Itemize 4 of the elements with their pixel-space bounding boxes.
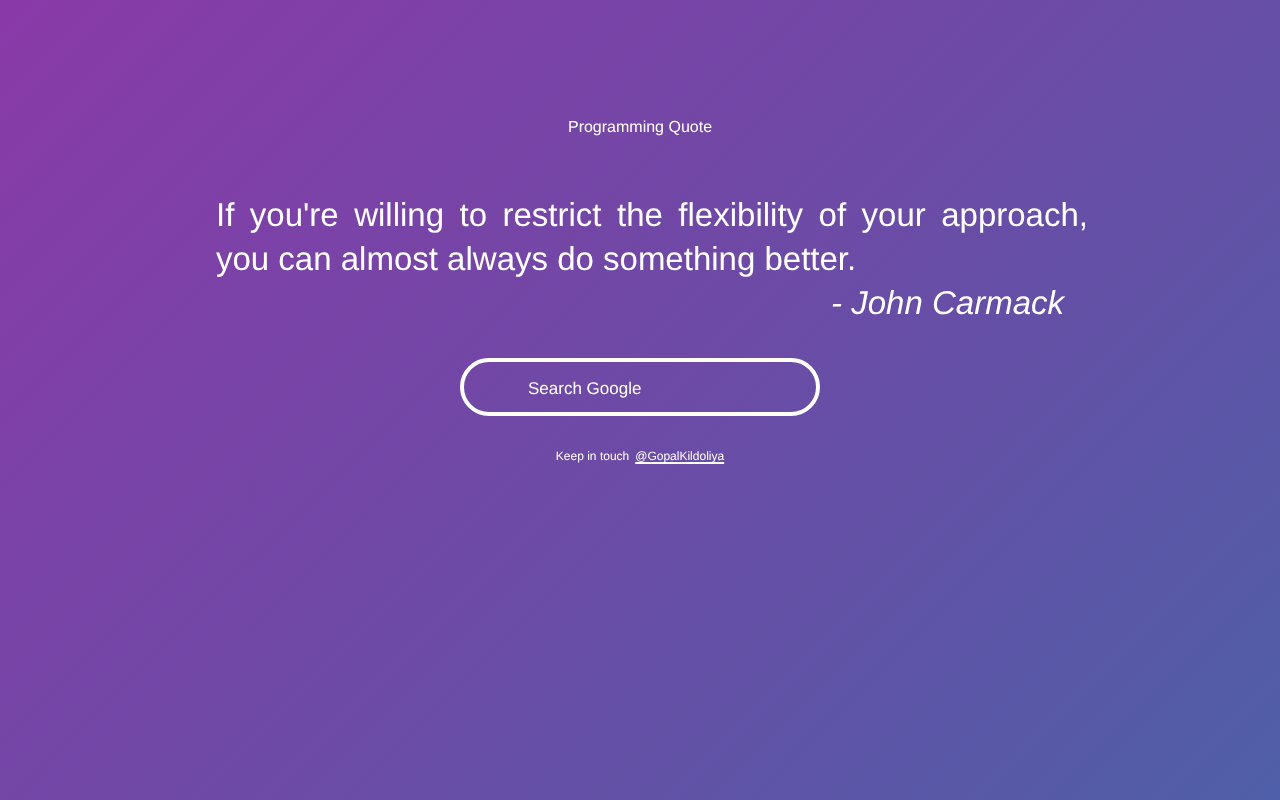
quote-author: - John Carmack [829,284,1064,326]
page-heading: Programming Quote [567,118,713,138]
quote-text: If you're willing to restrict the flexibility of your approach, you can almost always do something better. [216,196,1088,282]
search-field[interactable]: Search Google [460,358,820,416]
